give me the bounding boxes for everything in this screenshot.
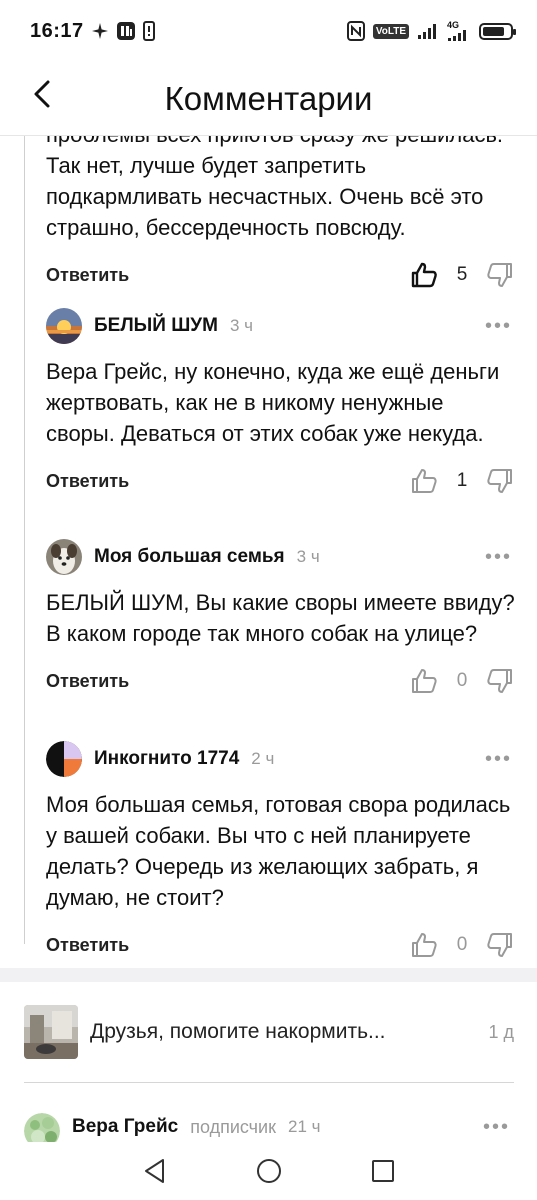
comment-author[interactable]: Моя большая семья [94, 546, 285, 568]
comment-time: 2 ч [251, 749, 275, 768]
more-options-icon[interactable]: ••• [483, 1116, 514, 1139]
subscriber-badge: подписчик [190, 1116, 276, 1137]
back-button[interactable] [22, 76, 62, 116]
like-count: 1 [456, 470, 468, 491]
more-options-icon[interactable]: ••• [485, 315, 516, 338]
volte-badge: VoLTE [372, 23, 409, 39]
avatar[interactable] [46, 741, 82, 777]
avatar[interactable] [46, 308, 82, 344]
app-notification-icon [116, 21, 136, 41]
thumbs-down-icon[interactable] [484, 259, 516, 291]
comment-author[interactable]: Вера Грейс [72, 1116, 178, 1138]
related-post-title: Друзья, помогите накормить... [90, 1020, 386, 1043]
comment-header: Вера Грейс подписчик 21 ч ••• [24, 1112, 514, 1142]
comment-time: 3 ч [296, 547, 320, 566]
status-left: 16:17 [30, 20, 155, 43]
thumbs-down-icon[interactable] [484, 665, 516, 697]
status-bar: 16:17 VoLTE 4G [0, 0, 537, 62]
reply-button[interactable]: Ответить [46, 265, 129, 286]
nav-home-icon[interactable] [253, 1155, 285, 1187]
comment-header: Инкогнито 1774 2 ч ••• [46, 741, 516, 777]
header: Комментарии [0, 62, 537, 136]
comment-item: проблемы всех приютов сразу же решилась.… [46, 136, 516, 295]
related-post-age: 1 д [488, 1021, 514, 1042]
thumbs-up-icon[interactable] [408, 929, 440, 961]
thumbs-up-icon[interactable] [408, 665, 440, 697]
like-count: 5 [456, 264, 468, 285]
comment-author[interactable]: Инкогнито 1774 [94, 748, 239, 770]
likes-group: 5 [408, 259, 516, 291]
reply-button[interactable]: Ответить [46, 671, 129, 692]
avatar[interactable] [24, 1113, 60, 1142]
reply-button[interactable]: Ответить [46, 935, 129, 956]
likes-group: 0 [408, 929, 516, 961]
comment-actions: Ответить 0 [46, 925, 516, 965]
status-right: VoLTE 4G [346, 19, 516, 42]
nav-back-icon[interactable] [139, 1155, 171, 1187]
thread-line [24, 136, 25, 944]
system-navigation-bar [0, 1142, 537, 1200]
nfc-icon [346, 21, 365, 41]
nav-recents-icon[interactable] [367, 1155, 399, 1187]
battery-icon [479, 22, 516, 40]
comment-time: 3 ч [229, 316, 253, 335]
thumbs-down-icon[interactable] [484, 465, 516, 497]
comment-time: 21 ч [288, 1117, 321, 1136]
reply-button[interactable]: Ответить [46, 471, 129, 492]
thumbs-up-icon[interactable] [408, 465, 440, 497]
comment-actions: Ответить 1 [46, 461, 516, 501]
comment-text: проблемы всех приютов сразу же решилась.… [46, 136, 503, 240]
avatar[interactable] [46, 539, 82, 575]
status-time: 16:17 [30, 19, 84, 42]
page-title: Комментарии [164, 79, 373, 117]
sparkle-icon [91, 22, 109, 40]
section-separator [0, 968, 537, 982]
comment-header: БЕЛЫЙ ШУМ 3 ч ••• [46, 308, 516, 344]
comment-text: Моя большая семья, готовая свора родилас… [46, 792, 511, 910]
comment-item: Моя большая семья 3 ч ••• БЕЛЫЙ ШУМ, Вы … [46, 539, 516, 701]
related-posts-card: Друзья, помогите накормить... 1 д [0, 982, 537, 1122]
comment-text: Вера Грейс, ну конечно, куда же ещё день… [46, 359, 500, 446]
more-options-icon[interactable]: ••• [485, 546, 516, 569]
likes-group: 0 [408, 665, 516, 697]
comment-text: БЕЛЫЙ ШУМ, Вы какие своры имеете ввиду? … [46, 590, 515, 646]
comment-author[interactable]: БЕЛЫЙ ШУМ [94, 315, 218, 337]
likes-group: 1 [408, 465, 516, 497]
comment-actions: Ответить 0 [46, 661, 516, 701]
comment-item: Инкогнито 1774 2 ч ••• Моя большая семья… [46, 741, 516, 965]
comment-actions: Ответить 5 [46, 255, 516, 295]
like-count: 0 [456, 670, 468, 691]
comment-thread: проблемы всех приютов сразу же решилась.… [0, 136, 537, 968]
thumbs-down-icon[interactable] [484, 929, 516, 961]
more-options-icon[interactable]: ••• [485, 748, 516, 771]
divider [24, 1082, 514, 1083]
comment-item: БЕЛЫЙ ШУМ 3 ч ••• Вера Грейс, ну конечно… [46, 308, 516, 501]
thumbs-up-icon[interactable] [408, 259, 440, 291]
network-type-icon: 4G [447, 19, 471, 42]
comment-header: Моя большая семья 3 ч ••• [46, 539, 516, 575]
chevron-left-icon [32, 79, 52, 114]
battery-fill [483, 26, 505, 36]
network-label: 4G [447, 19, 460, 30]
signal-icon [417, 22, 439, 40]
alert-icon [142, 21, 155, 41]
like-count: 0 [456, 934, 468, 955]
related-post-link[interactable]: Друзья, помогите накормить... 1 д [24, 1004, 514, 1060]
post-thumbnail [24, 1005, 78, 1059]
